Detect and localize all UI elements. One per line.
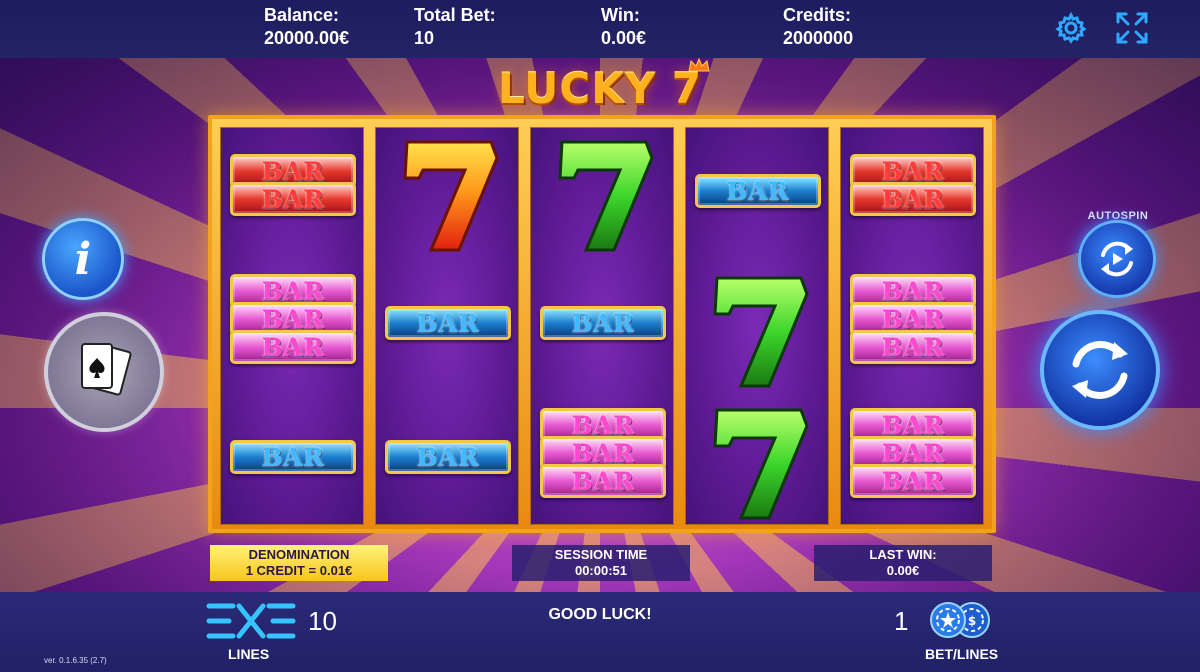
- bar-symbol: BAR: [540, 464, 666, 498]
- autospin-icon: [1101, 241, 1133, 277]
- reel-symbol: BAR: [686, 174, 830, 208]
- bottom-control-bar: 10 LINES GOOD LUCK! 1 $ BET/LINES ver. 0…: [0, 592, 1200, 672]
- lines-label: LINES: [228, 646, 270, 662]
- reel-symbol: BAR BAR BAR: [531, 408, 675, 498]
- reel-symbol: BAR BAR BAR: [841, 274, 985, 364]
- reel-symbol: BAR BAR: [841, 154, 985, 216]
- seven-symbol: 7: [713, 276, 809, 388]
- balance-display: Balance: 20000.00€: [264, 4, 349, 50]
- denomination-panel[interactable]: DENOMINATION 1 CREDIT = 0.01€: [210, 545, 388, 581]
- expand-arrows-icon: [1116, 12, 1148, 44]
- bar-symbol: BAR: [695, 174, 821, 208]
- reels-frame: BAR BAR BAR BAR BAR BAR BAR BAR BAR BAR …: [208, 115, 996, 533]
- session-time-value: 00:00:51: [574, 563, 628, 578]
- balance-label: Balance:: [264, 5, 340, 25]
- chips-icon[interactable]: $: [926, 600, 996, 640]
- reel-symbol: 7: [531, 132, 675, 256]
- top-status-bar: Balance: 20000.00€ Total Bet: 10 Win: 0.…: [0, 0, 1200, 58]
- denomination-label: DENOMINATION: [248, 547, 350, 562]
- reel-symbol: 7: [686, 400, 830, 524]
- reel-4: BAR 7 7: [685, 127, 829, 525]
- total-bet-label: Total Bet:: [414, 5, 496, 25]
- bar-symbol: BAR: [850, 464, 976, 498]
- reel-symbol: 7: [686, 268, 830, 392]
- version-text: ver. 0.1.6.35 (2.7): [44, 656, 107, 665]
- last-win-label: LAST WIN:: [869, 547, 937, 562]
- spin-icon: [1072, 341, 1128, 399]
- win-display: Win: 0.00€: [601, 4, 646, 50]
- balance-value: 20000.00€: [264, 28, 350, 48]
- win-value: 0.00€: [601, 28, 647, 48]
- reel-symbol: BAR: [376, 440, 520, 474]
- bet-lines-label: BET/LINES: [925, 646, 999, 662]
- reel-symbol: BAR: [376, 306, 520, 340]
- spin-button[interactable]: [1040, 310, 1160, 430]
- status-message: GOOD LUCK!: [548, 606, 652, 623]
- game-logo: LUCKY 7: [498, 64, 702, 113]
- bar-symbol: BAR: [540, 306, 666, 340]
- bar-symbol: BAR: [230, 440, 356, 474]
- seven-symbol: 7: [558, 140, 654, 252]
- bar-symbol: BAR: [385, 440, 511, 474]
- reel-symbol: BAR BAR BAR: [841, 408, 985, 498]
- total-bet-value: 10: [414, 28, 435, 48]
- session-time-panel: SESSION TIME 00:00:51: [512, 545, 690, 581]
- reel-3: 7 BAR BAR BAR BAR: [530, 127, 674, 525]
- reel-symbol: BAR BAR BAR: [221, 274, 365, 364]
- info-button[interactable]: i: [42, 218, 124, 300]
- total-bet-display: Total Bet: 10: [414, 4, 496, 50]
- bet-lines-value: 1: [894, 606, 909, 636]
- autospin-button[interactable]: [1078, 220, 1156, 298]
- reel-5: BAR BAR BAR BAR BAR BAR BAR BAR: [840, 127, 984, 525]
- win-label: Win:: [601, 5, 640, 25]
- credits-label: Credits:: [783, 5, 852, 25]
- reel-symbol: BAR BAR: [221, 154, 365, 216]
- bar-symbol: BAR: [850, 182, 976, 216]
- playing-cards-icon: [81, 343, 132, 396]
- last-win-value: 0.00€: [886, 563, 920, 578]
- seven-symbol: 7: [403, 140, 499, 252]
- credits-value: 2000000: [783, 28, 854, 48]
- last-win-panel: LAST WIN: 0.00€: [814, 545, 992, 581]
- gear-icon: [1055, 11, 1087, 44]
- bar-symbol: BAR: [230, 330, 356, 364]
- bar-symbol: BAR: [385, 306, 511, 340]
- svg-text:$: $: [968, 614, 976, 628]
- session-time-label: SESSION TIME: [554, 547, 648, 562]
- reel-1: BAR BAR BAR BAR BAR BAR: [220, 127, 364, 525]
- denomination-value: 1 CREDIT = 0.01€: [245, 563, 353, 578]
- fullscreen-button[interactable]: [1114, 10, 1150, 46]
- reel-symbol: BAR: [531, 306, 675, 340]
- info-icon: i: [74, 233, 92, 285]
- reel-symbol: BAR: [221, 440, 365, 474]
- reel-2: 7 BAR BAR: [375, 127, 519, 525]
- seven-symbol: 7: [713, 408, 809, 520]
- gamble-button[interactable]: [44, 312, 164, 432]
- settings-button[interactable]: [1053, 10, 1089, 46]
- credits-display: Credits: 2000000: [783, 4, 853, 50]
- reel-symbol: 7: [376, 132, 520, 256]
- bar-symbol: BAR: [850, 330, 976, 364]
- bar-symbol: BAR: [230, 182, 356, 216]
